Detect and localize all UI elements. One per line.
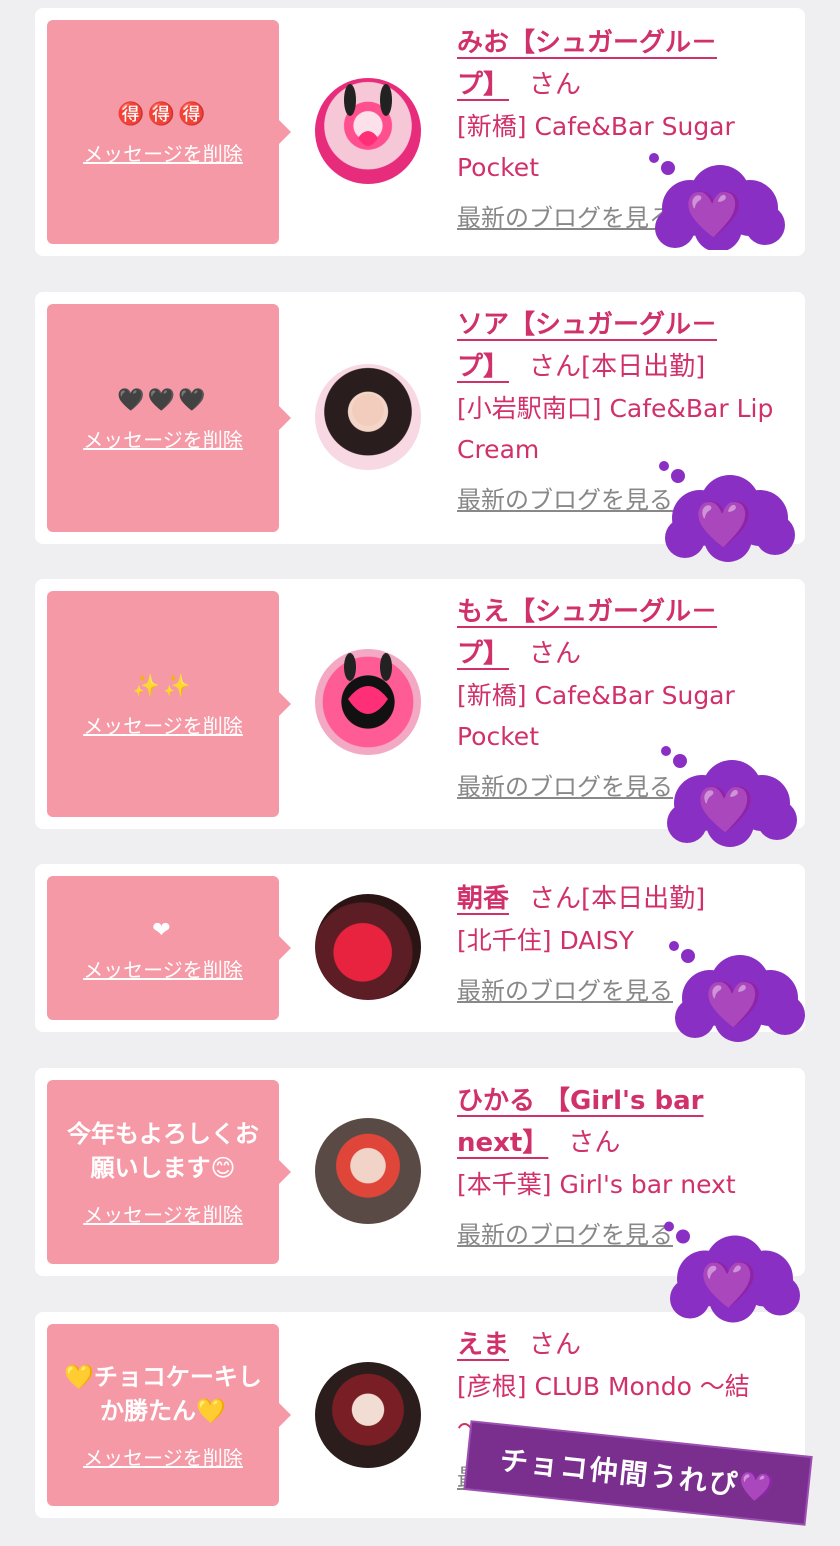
shop-name: [新橋] Cafe&Bar Sugar — [457, 112, 735, 141]
svg-text:💜: 💜 — [705, 977, 763, 1031]
svg-text:💜: 💜 — [685, 187, 743, 241]
purple-heart-cloud-sticker: 💜 — [661, 746, 797, 847]
honorific: さん — [529, 70, 582, 100]
message-text: 今年もよろしくお — [67, 1119, 259, 1148]
honorific: さん — [568, 1128, 621, 1158]
avatar[interactable] — [315, 78, 421, 184]
svg-text:💜: 💜 — [697, 782, 755, 836]
avatar[interactable] — [315, 894, 421, 1000]
girl-name-link-cont[interactable]: プ】 — [457, 70, 509, 100]
purple-heart-cloud-sticker: 💜 — [659, 461, 795, 562]
message-bubble: 💛チョコケーキし か勝たん💛 メッセージを削除 — [47, 1324, 291, 1506]
honorific: さん — [529, 639, 582, 669]
shop-name: [彦根] CLUB Mondo ～結 — [457, 1372, 750, 1401]
message-text-cont: か勝たん💛 — [100, 1396, 226, 1425]
message-bubble: 今年もよろしくお 願いします😊 メッセージを削除 — [47, 1080, 291, 1264]
message-text: 💛チョコケーキし — [64, 1362, 262, 1391]
girl-name-link[interactable]: みお【シュガーグル－ — [457, 28, 717, 58]
delete-message-link[interactable]: メッセージを削除 — [83, 954, 243, 983]
svg-text:💜: 💜 — [700, 1258, 758, 1312]
delete-message-link[interactable]: メッセージを削除 — [83, 424, 243, 453]
message-bubble: 🖤🖤🖤 メッセージを削除 — [47, 304, 291, 532]
girl-name-link[interactable]: 朝香 — [457, 884, 509, 914]
honorific: さん — [529, 352, 582, 382]
honorific: さん — [529, 1330, 582, 1360]
avatar[interactable] — [315, 1362, 421, 1468]
message-text: 🖤🖤🖤 — [117, 387, 209, 413]
shop-name: [小岩駅南口] Cafe&Bar Lip — [457, 394, 774, 423]
message-bubble: 🉐🉐🉐 メッセージを削除 — [47, 20, 291, 244]
message-text-cont: 願いします😊 — [90, 1153, 236, 1182]
girl-name-link[interactable]: もえ【シュガーグル－ — [457, 597, 717, 627]
delete-message-link[interactable]: メッセージを削除 — [83, 710, 243, 739]
message-bubble: ✨✨ メッセージを削除 — [47, 591, 291, 817]
avatar[interactable] — [315, 649, 421, 755]
message-text: 🉐🉐🉐 — [117, 101, 209, 127]
purple-heart-cloud-sticker: 💜 — [649, 153, 785, 250]
today-status: [本日出勤] — [581, 352, 706, 382]
delete-message-link[interactable]: メッセージを削除 — [83, 138, 243, 167]
delete-message-link[interactable]: メッセージを削除 — [83, 1199, 243, 1228]
message-text: ❤ — [152, 917, 174, 943]
avatar[interactable] — [315, 1118, 421, 1224]
purple-heart-cloud-sticker: 💜 — [669, 941, 805, 1042]
girl-name-link[interactable]: ひかる 【Girl's bar — [457, 1086, 704, 1116]
today-status: [本日出勤] — [581, 884, 706, 914]
girl-name-link[interactable]: えま — [457, 1330, 509, 1360]
honorific: さん — [529, 884, 582, 914]
delete-message-link[interactable]: メッセージを削除 — [83, 1442, 243, 1471]
message-text: ✨✨ — [132, 673, 194, 699]
message-bubble: ❤ メッセージを削除 — [47, 876, 291, 1020]
girl-name-link-cont[interactable]: next】 — [457, 1128, 548, 1158]
shop-name: [本千葉] Girl's bar next — [457, 1170, 736, 1199]
purple-heart-cloud-sticker: 💜 — [664, 1221, 800, 1323]
girl-name-link-cont[interactable]: プ】 — [457, 352, 509, 382]
avatar[interactable] — [315, 364, 421, 470]
shop-name: [新橋] Cafe&Bar Sugar — [457, 681, 735, 710]
girl-name-link-cont[interactable]: プ】 — [457, 639, 509, 669]
girl-name-link[interactable]: ソア【シュガーグル－ — [457, 310, 717, 340]
svg-text:💜: 💜 — [695, 497, 753, 551]
